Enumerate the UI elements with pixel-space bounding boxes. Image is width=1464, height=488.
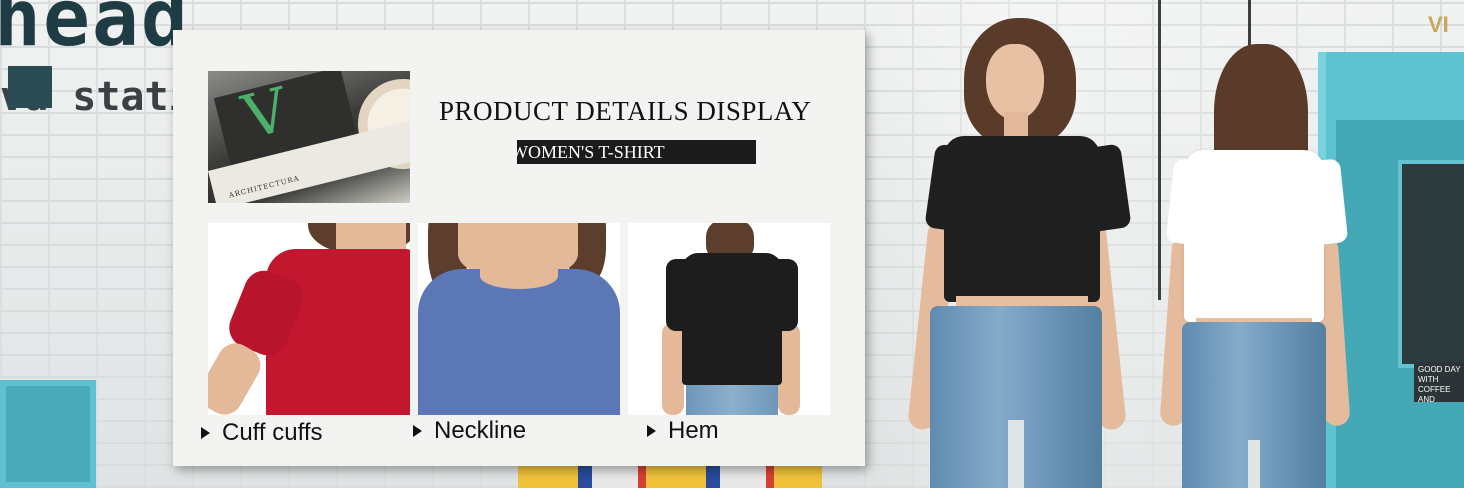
model-face bbox=[986, 44, 1044, 120]
detail-photo-neckline bbox=[418, 223, 620, 415]
detail-label: Cuff cuffs bbox=[222, 419, 323, 446]
detail-label: Neckline bbox=[434, 417, 527, 444]
blue-tshirt bbox=[418, 269, 620, 415]
detail-caption-hem: Hem bbox=[647, 416, 719, 446]
magazine-photo: V ARCHITECTURA bbox=[208, 71, 410, 203]
tshirt-neckline bbox=[480, 263, 558, 289]
wall-letters: VI bbox=[1428, 12, 1449, 37]
triangle-bullet-icon bbox=[201, 427, 210, 439]
detail-photo-hem bbox=[628, 223, 830, 415]
tshirt-sleeve bbox=[764, 259, 798, 331]
detail-photo-cuff bbox=[208, 223, 410, 415]
triangle-bullet-icon bbox=[413, 425, 422, 437]
product-subtitle: WOMEN'S T-SHIRT bbox=[517, 140, 756, 164]
product-details-card: V ARCHITECTURA PRODUCT DETAILS DISPLAY W… bbox=[173, 30, 865, 466]
triangle-bullet-icon bbox=[647, 425, 656, 437]
right-door-window bbox=[1398, 160, 1464, 368]
model-jeans bbox=[686, 385, 778, 415]
wall-sign-text: head bbox=[0, 0, 190, 64]
door-sign: GOOD DAY WITH COFFEE AND bbox=[1414, 362, 1464, 404]
detail-caption-neckline: Neckline bbox=[413, 416, 526, 446]
detail-label: Hem bbox=[668, 417, 719, 444]
model-arm bbox=[662, 323, 684, 415]
page-title: PRODUCT DETAILS DISPLAY bbox=[439, 96, 812, 126]
left-door-window bbox=[8, 66, 52, 108]
leg-gap bbox=[1008, 420, 1024, 488]
detail-caption-cuff: Cuff cuffs bbox=[201, 418, 323, 448]
tshirt-sleeve bbox=[666, 259, 700, 331]
left-door bbox=[0, 380, 96, 488]
leg-gap bbox=[1248, 440, 1260, 488]
wall-pipe bbox=[1158, 0, 1161, 300]
